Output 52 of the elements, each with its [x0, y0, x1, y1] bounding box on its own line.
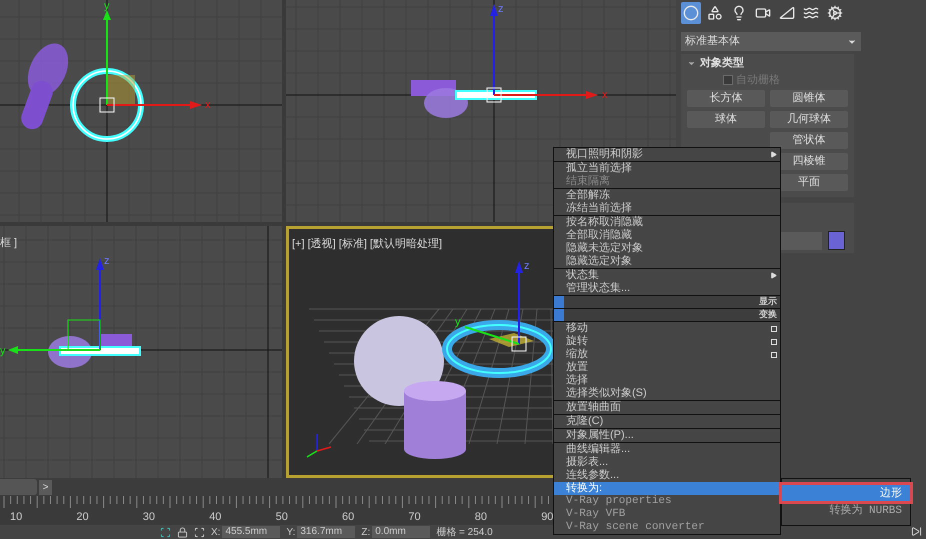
axis-label: z [498, 3, 504, 15]
axis-label: z [104, 255, 110, 267]
dropdown-value: 标准基本体 [685, 34, 740, 50]
menu-item-label: 隐藏未选定对象 [566, 243, 643, 254]
menu-item-label: 状态集 [566, 270, 599, 281]
axis-label: z [524, 260, 530, 272]
frame-number: 90 [541, 510, 554, 525]
menu-item-label: 克隆(C) [566, 416, 604, 427]
axis-label: x [602, 89, 608, 101]
menu-item-label: 摄影表... [566, 457, 608, 468]
axis-label: y [0, 345, 6, 357]
menu-item-label: 选择类似对象(S) [566, 388, 647, 399]
grid-size-text: 栅格 = 254.0 [436, 526, 493, 539]
frame-number: 20 [76, 510, 89, 525]
frame-number: 60 [342, 510, 354, 525]
frame-number: 80 [474, 510, 488, 525]
menu-item-label: 孤立当前选择 [566, 163, 632, 174]
axis-label: y [455, 316, 460, 328]
menu-item-label: 全部取消隐藏 [566, 230, 632, 241]
frame-number: 10 [10, 510, 22, 525]
menu-item-label: 对象属性(P)... [566, 430, 634, 441]
menu-item-label: 结束隔离 [566, 176, 610, 187]
frame-number: 70 [408, 510, 421, 525]
menu-item-label: 管理状态集... [566, 283, 630, 294]
menu-item-label: 旋转 [566, 336, 588, 347]
frame-number: 50 [276, 510, 288, 525]
menu-item-label: 放置轴曲面 [566, 402, 621, 413]
menu-item-label: 边形 [880, 486, 902, 501]
menu-item-label: 视口照明和阴影 [566, 149, 643, 160]
menu-item-label: 连线参数... [566, 470, 620, 481]
menu-item-label: 冻结当前选择 [566, 203, 632, 214]
frame-number: 40 [209, 510, 222, 525]
menu-item-label: 转换为 NURBS [829, 503, 902, 519]
menu-item-label: 移动 [566, 323, 588, 334]
coordinate-label: Y: [286, 526, 296, 539]
section-title: 变换 [759, 308, 778, 322]
section-title: 显示 [759, 295, 778, 308]
axis-label: y [104, 0, 110, 12]
menu-item-label: 转换为: [566, 483, 602, 494]
menu-item-label: V-Ray VFB [566, 509, 626, 520]
menu-item-label: 隐藏选定对象 [566, 256, 632, 267]
menu-item-label: 曲线编辑器... [566, 444, 630, 455]
frame-number: 30 [142, 510, 156, 525]
coordinate-label: X: [211, 526, 220, 539]
menu-item-label: 缩放 [566, 349, 588, 360]
menu-item-label: V-Ray properties [566, 496, 672, 507]
menu-item-label: 全部解冻 [566, 190, 610, 201]
coordinate-label: Z: [361, 526, 370, 539]
menu-item-label: V-Ray scene converter [566, 522, 705, 533]
menu-item-label: 放置 [566, 362, 588, 373]
menu-item-label: 选择 [566, 375, 588, 386]
axis-label: x [205, 99, 210, 111]
